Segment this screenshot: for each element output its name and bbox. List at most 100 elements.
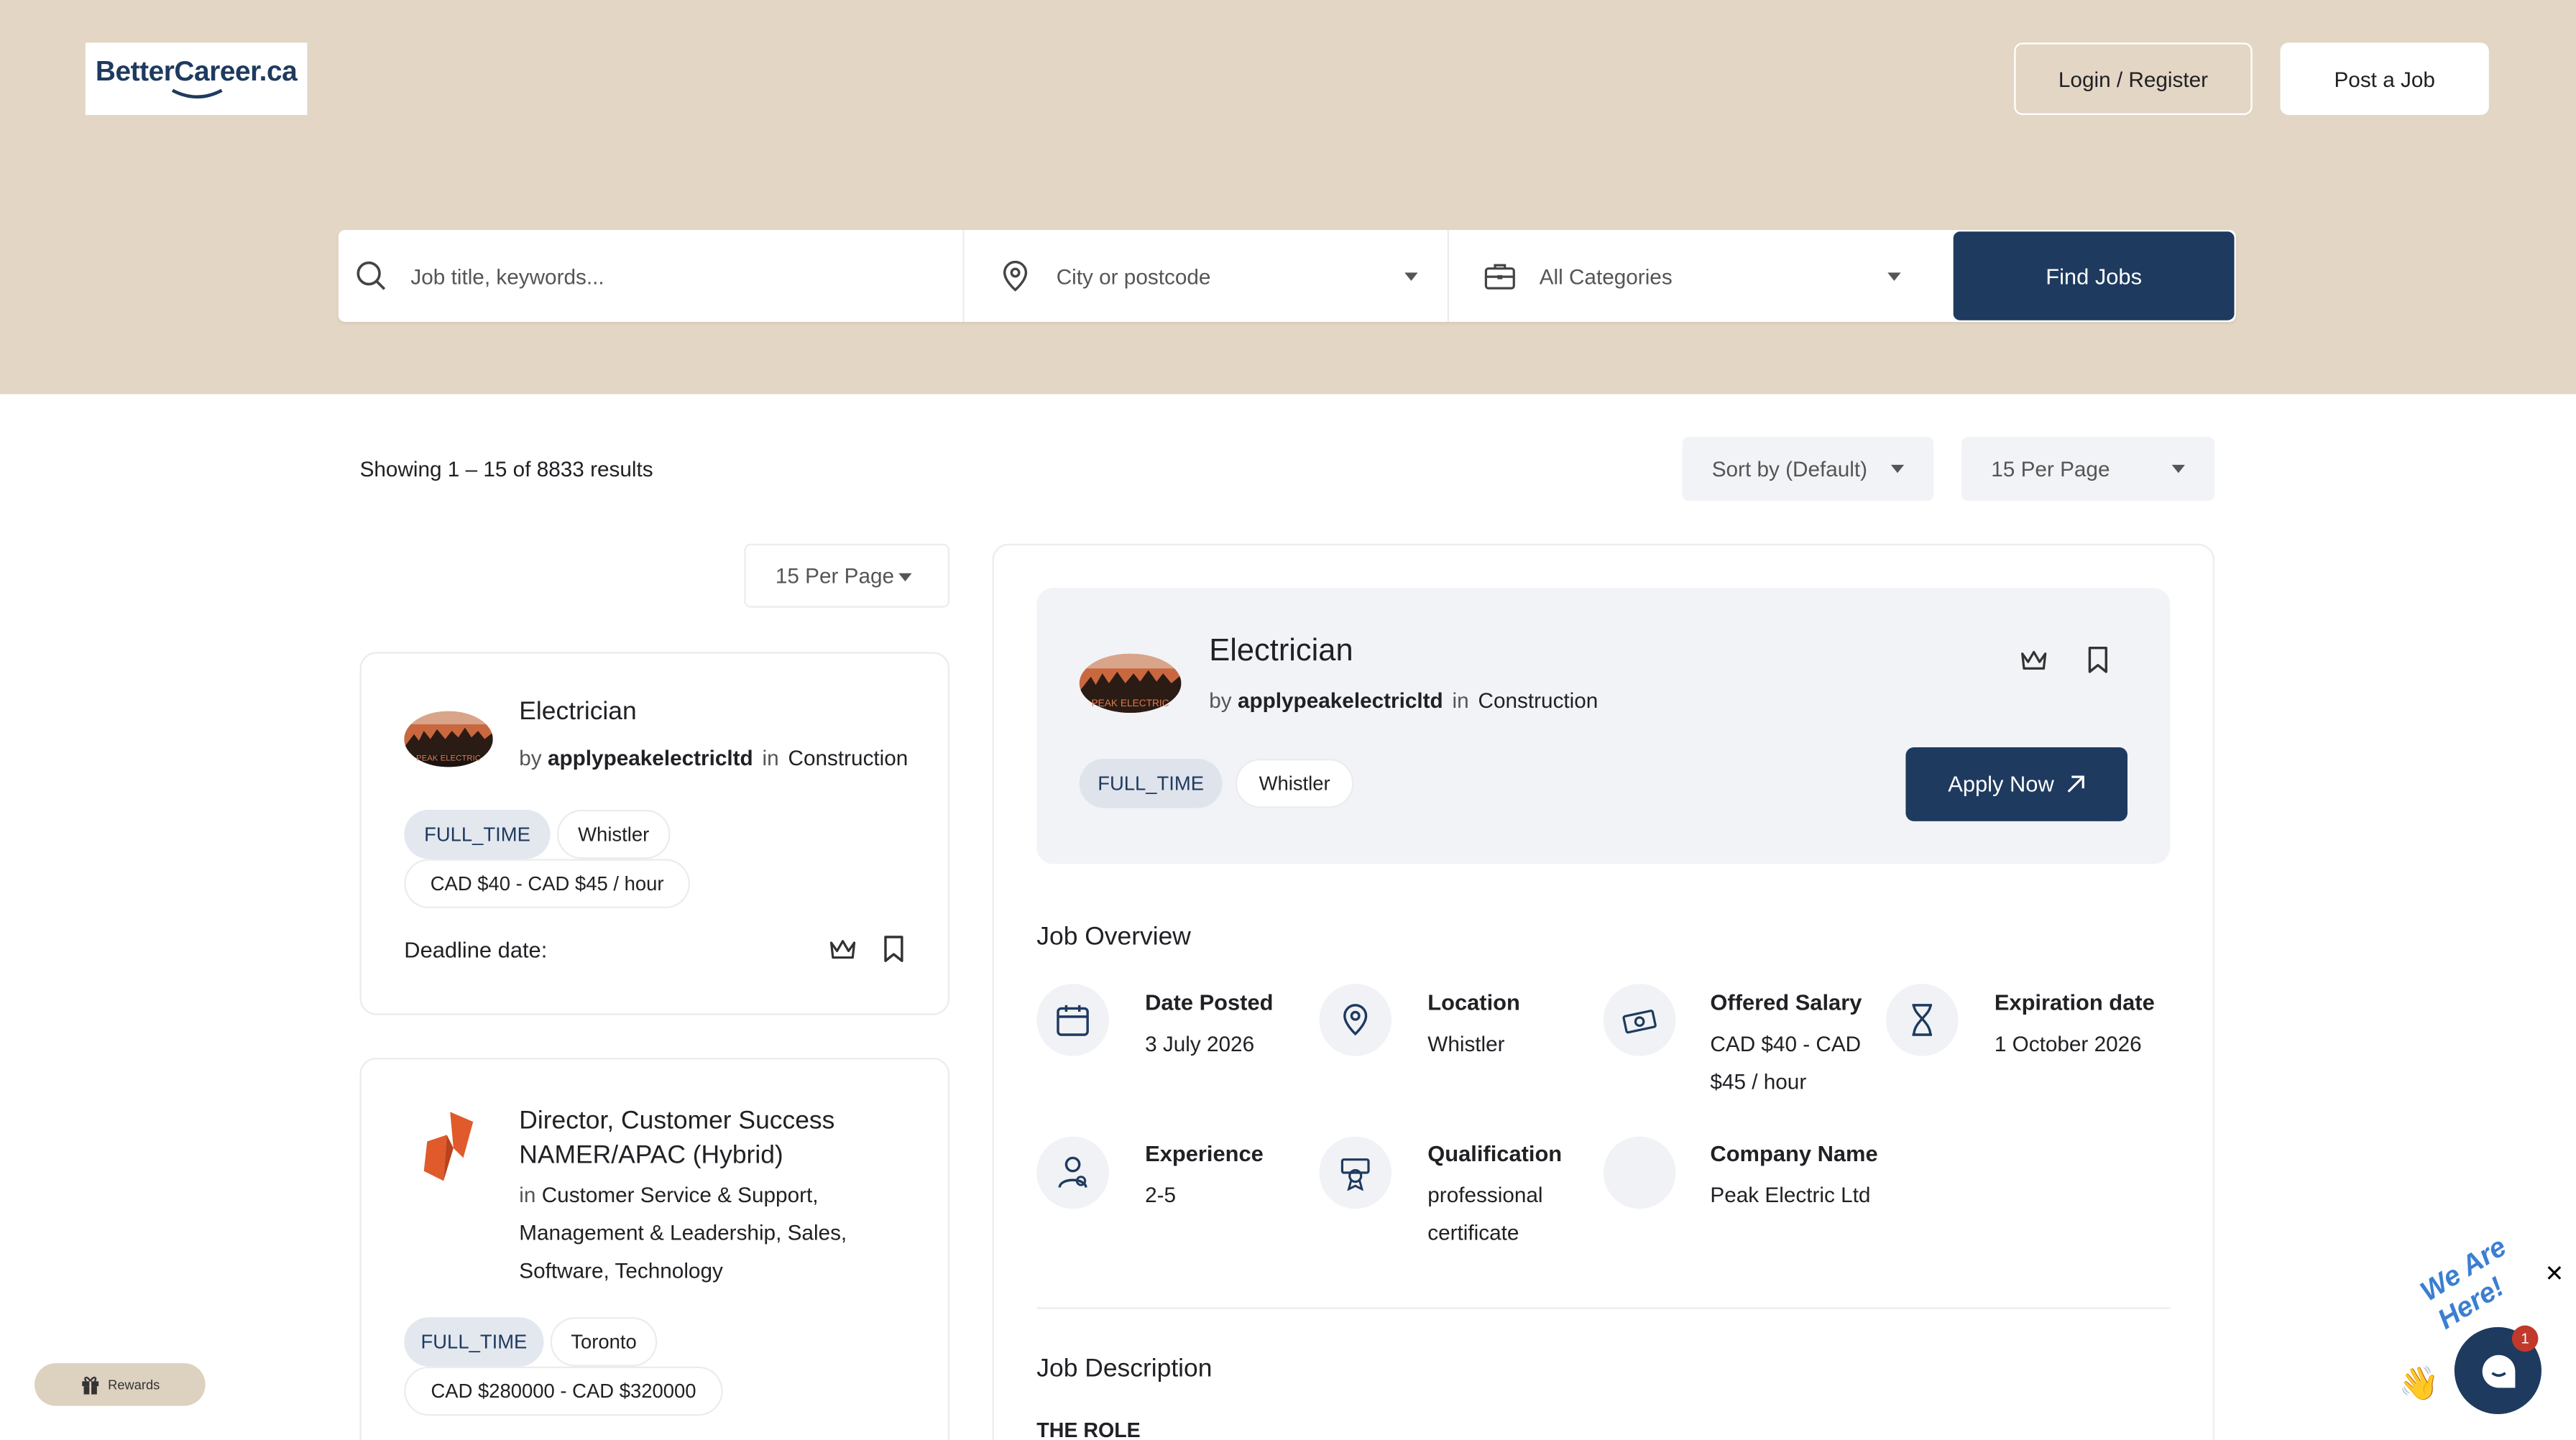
detail-job-meta: by applypeakelectricltd in Construction <box>1209 682 1598 720</box>
by-prefix: by <box>519 745 542 770</box>
job-title[interactable]: Electrician <box>519 698 636 727</box>
sort-select[interactable]: Sort by (Default) <box>1682 436 1934 502</box>
close-chat-icon[interactable]: ✕ <box>2545 1260 2564 1288</box>
date-posted-label: Date Posted <box>1145 990 1274 1015</box>
job-type-badge: FULL_TIME <box>404 809 551 859</box>
chat-bubble-icon <box>2481 1354 2515 1388</box>
company-link[interactable]: applypeakelectricltd <box>548 746 753 770</box>
offered-salary-label: Offered Salary <box>1710 990 1862 1015</box>
location-field[interactable]: City or postcode <box>1000 230 1427 322</box>
job-title[interactable]: Director, Customer Success NAMER/APAC (H… <box>519 1104 834 1173</box>
in-prefix: in <box>762 745 779 770</box>
location-badge: Whistler <box>1235 758 1354 808</box>
job-type-badge: FULL_TIME <box>404 1317 544 1367</box>
briefcase-icon <box>1484 264 1515 290</box>
salary-line: $45 / hour <box>1710 1069 1807 1094</box>
rewards-button[interactable]: Rewards <box>34 1363 206 1406</box>
login-register-button[interactable]: Login / Register <box>2014 42 2253 115</box>
location-placeholder: City or postcode <box>1056 263 1211 289</box>
salary-line: CAD $40 - CAD <box>1710 1031 1862 1056</box>
per-page-select[interactable]: 15 Per Page <box>1961 436 2215 502</box>
company-logo-orange <box>423 1112 474 1181</box>
per-page-side-value: 15 Per Page <box>775 563 895 589</box>
keywords-placeholder: Job title, keywords... <box>410 263 604 289</box>
qualification-value: professional certificate <box>1427 1176 1542 1252</box>
crown-icon[interactable] <box>2019 647 2048 674</box>
by-prefix: by <box>1209 688 1232 713</box>
category-link[interactable]: Construction <box>788 746 908 770</box>
deadline-label: Deadline date: <box>404 938 548 963</box>
category-select[interactable]: All Categories <box>1484 230 1910 322</box>
job-description-heading: Job Description <box>1036 1354 1213 1383</box>
find-jobs-button[interactable]: Find Jobs <box>1953 231 2235 320</box>
date-posted-value: 3 July 2026 <box>1145 1031 1255 1056</box>
location-badge: Toronto <box>550 1317 658 1367</box>
category-link[interactable]: Software, Technology <box>519 1252 847 1290</box>
company-icon <box>1603 1136 1676 1209</box>
expiration-value: 1 October 2026 <box>1994 1031 2142 1056</box>
chevron-down-icon <box>1890 464 1905 474</box>
salary-badge: CAD $280000 - CAD $320000 <box>404 1366 723 1416</box>
divider <box>962 229 965 322</box>
chevron-down-icon <box>898 573 912 582</box>
money-icon <box>1603 984 1676 1056</box>
in-prefix: in <box>519 1182 536 1207</box>
experience-icon <box>1036 1136 1109 1209</box>
logo-lettering: PEAK ELECTRIC <box>1091 698 1169 709</box>
bookmark-icon[interactable] <box>2087 645 2110 675</box>
job-overview-heading: Job Overview <box>1036 923 1191 951</box>
crown-icon[interactable] <box>828 936 857 963</box>
divider <box>1036 1307 2171 1309</box>
category-value: All Categories <box>1539 263 1673 289</box>
qualification-line: professional <box>1427 1182 1543 1207</box>
search-bar: Job title, keywords... City or postcode … <box>338 229 2236 322</box>
chevron-down-icon <box>1887 272 1901 281</box>
qualification-label: Qualification <box>1427 1141 1563 1166</box>
location-value: Whistler <box>1427 1031 1505 1056</box>
category-link[interactable]: Management & Leadership, Sales, <box>519 1214 847 1252</box>
role-heading: THE ROLE <box>1036 1418 1141 1440</box>
post-job-button[interactable]: Post a Job <box>2280 42 2489 115</box>
apply-now-button[interactable]: Apply Now <box>1905 747 2128 821</box>
company-link[interactable]: applypeakelectricltd <box>1238 688 1443 713</box>
keywords-field[interactable]: Job title, keywords... <box>355 230 963 322</box>
location-badge: Whistler <box>556 809 671 859</box>
job-title-line: Director, Customer Success <box>519 1107 835 1135</box>
hourglass-icon <box>1885 984 1959 1056</box>
logo-lettering: PEAK ELECTRIC <box>416 754 481 762</box>
search-icon <box>356 261 386 290</box>
job-meta: by applypeakelectricltd in Construction <box>519 739 908 777</box>
bookmark-icon[interactable] <box>882 935 905 964</box>
company-logo-peak-electric: PEAK ELECTRIC <box>404 711 493 767</box>
logo-smile-icon <box>170 88 222 99</box>
rewards-label: Rewards <box>108 1377 160 1393</box>
company-name-value: Peak Electric Ltd <box>1710 1182 1871 1207</box>
offered-salary-value: CAD $40 - CAD $45 / hour <box>1710 1025 1861 1100</box>
location-label: Location <box>1427 990 1520 1015</box>
per-page-side-select[interactable]: 15 Per Page <box>744 543 950 608</box>
site-logo[interactable]: BetterCareer.ca <box>85 42 308 115</box>
chevron-down-icon <box>1404 272 1418 281</box>
chat-notification-badge: 1 <box>2511 1325 2539 1352</box>
job-type-badge: FULL_TIME <box>1079 758 1223 808</box>
experience-label: Experience <box>1145 1141 1264 1166</box>
divider <box>1447 229 1449 322</box>
certificate-icon <box>1319 1136 1392 1209</box>
location-pin-icon <box>1319 984 1392 1056</box>
expiration-label: Expiration date <box>1994 990 2155 1015</box>
category-link[interactable]: Construction <box>1478 688 1598 713</box>
experience-value: 2-5 <box>1145 1182 1177 1207</box>
arrow-up-right-icon <box>2068 775 2085 793</box>
job-meta: in Customer Service & Support, Managemen… <box>519 1176 847 1290</box>
qualification-line: certificate <box>1427 1220 1519 1245</box>
salary-badge: CAD $40 - CAD $45 / hour <box>404 859 690 908</box>
logo-text: BetterCareer.ca <box>95 55 298 88</box>
in-prefix: in <box>1452 688 1469 713</box>
location-pin-icon <box>1003 260 1028 292</box>
chevron-down-icon <box>2171 464 2185 474</box>
detail-job-title: Electrician <box>1209 634 1353 669</box>
company-name-label: Company Name <box>1710 1141 1878 1166</box>
waving-hand-icon: 👋 <box>2398 1366 2440 1403</box>
category-link[interactable]: Customer Service & Support, <box>542 1183 819 1207</box>
results-count: Showing 1 – 15 of 8833 results <box>359 456 653 481</box>
